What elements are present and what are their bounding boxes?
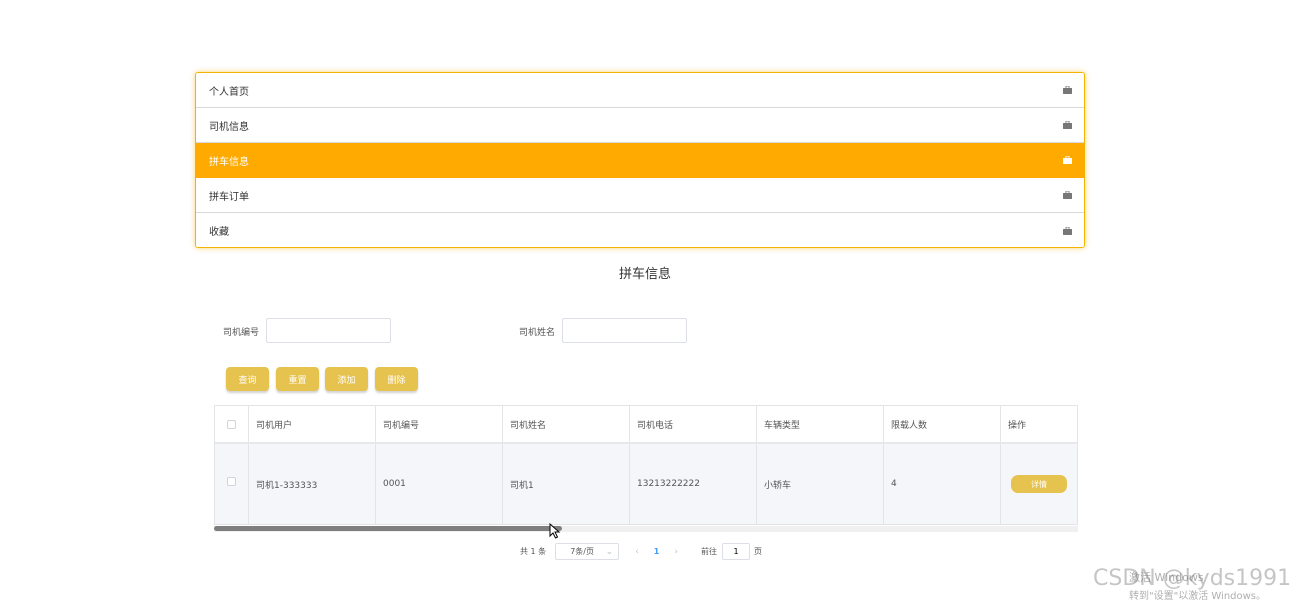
activate-windows-hint: 转到"设置"以激活 Windows。: [1129, 591, 1267, 601]
column-header: 司机编号: [376, 406, 503, 442]
table-header: 司机用户 司机编号 司机姓名 司机电话 车辆类型 限载人数 操作: [215, 406, 1077, 444]
column-header: 车辆类型: [757, 406, 884, 442]
pagination-total: 共 1 条: [520, 547, 547, 556]
menu-item-driver-info[interactable]: 司机信息: [196, 108, 1084, 143]
driver-name-input[interactable]: [562, 318, 687, 343]
reset-button[interactable]: 重置: [276, 367, 319, 391]
menu-item-home[interactable]: 个人首页: [196, 73, 1084, 108]
driver-no-input[interactable]: [266, 318, 391, 343]
query-button[interactable]: 查询: [226, 367, 269, 391]
menu-item-label: 拼车信息: [209, 156, 249, 168]
table-cell: 小轿车: [757, 444, 884, 524]
chevron-down-icon: ⌄: [605, 546, 614, 557]
table-cell: 司机1-333333: [249, 444, 376, 524]
horizontal-scrollbar-thumb[interactable]: [214, 526, 562, 531]
action-cell: 详情: [1001, 444, 1077, 524]
menu-item-label: 收藏: [209, 227, 229, 238]
table-row[interactable]: 司机1-333333 0001 司机1 13213222222 小轿车 4 详情: [215, 444, 1077, 524]
table-cell: 0001: [376, 444, 503, 524]
activate-windows-title: 激活 Windows: [1129, 571, 1204, 584]
detail-button[interactable]: 详情: [1011, 475, 1067, 493]
goto-page-input[interactable]: [721, 543, 750, 560]
column-header: 限载人数: [884, 406, 1001, 442]
briefcase-icon: [1063, 226, 1072, 235]
goto-label: 前往: [700, 547, 717, 556]
menu-item-label: 司机信息: [209, 121, 249, 133]
row-checkbox[interactable]: [227, 477, 236, 486]
briefcase-icon: [1063, 121, 1072, 129]
column-header: 司机电话: [630, 406, 757, 442]
row-checkbox-cell: [215, 444, 249, 524]
column-header: 操作: [1008, 420, 1027, 431]
briefcase-icon: [1063, 156, 1072, 164]
menu-item-carpool-orders[interactable]: 拼车订单: [196, 178, 1084, 213]
menu-item-favorites[interactable]: 收藏: [196, 213, 1084, 247]
driver-no-label: 司机编号: [223, 328, 260, 338]
column-header: 司机姓名: [503, 406, 630, 442]
select-all-checkbox[interactable]: [227, 419, 236, 429]
delete-button[interactable]: 删除: [375, 367, 418, 391]
nav-menu: 个人首页 司机信息 拼车信息 拼车订单 收藏: [195, 72, 1085, 248]
table-cell: 13213222222: [630, 444, 757, 524]
prev-page-icon[interactable]: ‹: [635, 547, 639, 557]
driver-name-label: 司机姓名: [519, 328, 556, 338]
menu-item-label: 拼车订单: [209, 191, 249, 203]
menu-item-label: 个人首页: [209, 86, 249, 98]
column-header: 司机用户: [249, 406, 376, 442]
table-cell: 司机1: [503, 444, 630, 524]
next-page-icon[interactable]: ›: [674, 547, 678, 557]
add-button[interactable]: 添加: [325, 367, 368, 391]
carpool-table: 司机用户 司机编号 司机姓名 司机电话 车辆类型 限载人数 操作 司机1-333…: [214, 405, 1078, 525]
menu-item-carpool-info[interactable]: 拼车信息: [196, 143, 1084, 178]
page-size-select[interactable]: 7条/页 ⌄: [555, 543, 620, 560]
page-size-value: 7条/页: [570, 547, 594, 556]
header-checkbox-cell: [215, 406, 249, 442]
mouse-cursor-icon: [549, 523, 561, 539]
briefcase-icon: [1063, 191, 1072, 199]
briefcase-icon: [1063, 86, 1072, 94]
table-cell: 4: [884, 444, 1001, 524]
page-title: 拼车信息: [618, 267, 671, 282]
page-number-current[interactable]: 1: [654, 547, 660, 556]
pagination: 共 1 条 7条/页 ⌄ ‹ 1 › 前往 页: [520, 543, 762, 560]
page-unit-label: 页: [753, 547, 762, 556]
